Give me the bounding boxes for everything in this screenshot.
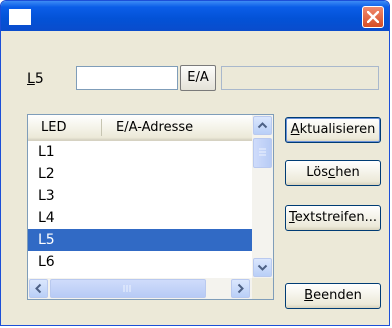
ea-button[interactable]: E/A [180, 65, 216, 91]
led-list[interactable]: LED E/A-Adresse L1 L2 L3 L4 L5 L6 [27, 114, 274, 300]
list-item[interactable]: L4 [28, 207, 252, 229]
horizontal-scroll-thumb[interactable] [50, 279, 206, 298]
thumb-grip-icon [259, 148, 266, 156]
column-header-ea-adresse[interactable]: E/A-Adresse [116, 120, 193, 135]
l5-label: L5 [27, 71, 44, 87]
title-bar[interactable] [1, 1, 389, 31]
list-item-selected[interactable]: L5 [28, 229, 252, 251]
list-header: LED E/A-Adresse [28, 115, 252, 141]
scroll-down-arrow-icon [257, 264, 268, 271]
close-button[interactable] [362, 6, 384, 28]
vertical-scroll-thumb[interactable] [253, 138, 272, 168]
scrollbar-corner [252, 278, 273, 299]
scroll-right-button[interactable] [231, 279, 250, 298]
vertical-scrollbar[interactable] [252, 115, 273, 278]
scroll-left-arrow-icon [35, 283, 42, 294]
dialog-window: L5 E/A LED E/A-Adresse L1 L2 L3 L4 L5 L6 [0, 0, 390, 326]
column-header-led[interactable]: LED [41, 120, 66, 135]
scroll-up-button[interactable] [253, 116, 272, 135]
window-icon[interactable] [9, 9, 31, 25]
list-item[interactable]: L6 [28, 251, 252, 273]
aktualisieren-button[interactable]: Aktualisieren [285, 117, 381, 143]
horizontal-scrollbar[interactable] [28, 278, 252, 299]
readonly-field [221, 66, 379, 90]
scroll-down-button[interactable] [253, 258, 272, 277]
scroll-right-arrow-icon [237, 283, 244, 294]
loeschen-button[interactable]: Löschen [285, 160, 381, 186]
column-divider[interactable] [101, 119, 102, 136]
scroll-left-button[interactable] [29, 279, 48, 298]
list-item[interactable]: L1 [28, 141, 252, 163]
close-icon [367, 11, 379, 23]
scroll-up-arrow-icon [257, 122, 268, 129]
beenden-button[interactable]: Beenden [285, 283, 381, 309]
list-item[interactable]: L3 [28, 185, 252, 207]
thumb-grip-icon [123, 285, 131, 292]
l5-input[interactable] [76, 66, 178, 90]
list-item[interactable]: L2 [28, 163, 252, 185]
textstreifen-button[interactable]: Textstreifen... [285, 205, 381, 231]
